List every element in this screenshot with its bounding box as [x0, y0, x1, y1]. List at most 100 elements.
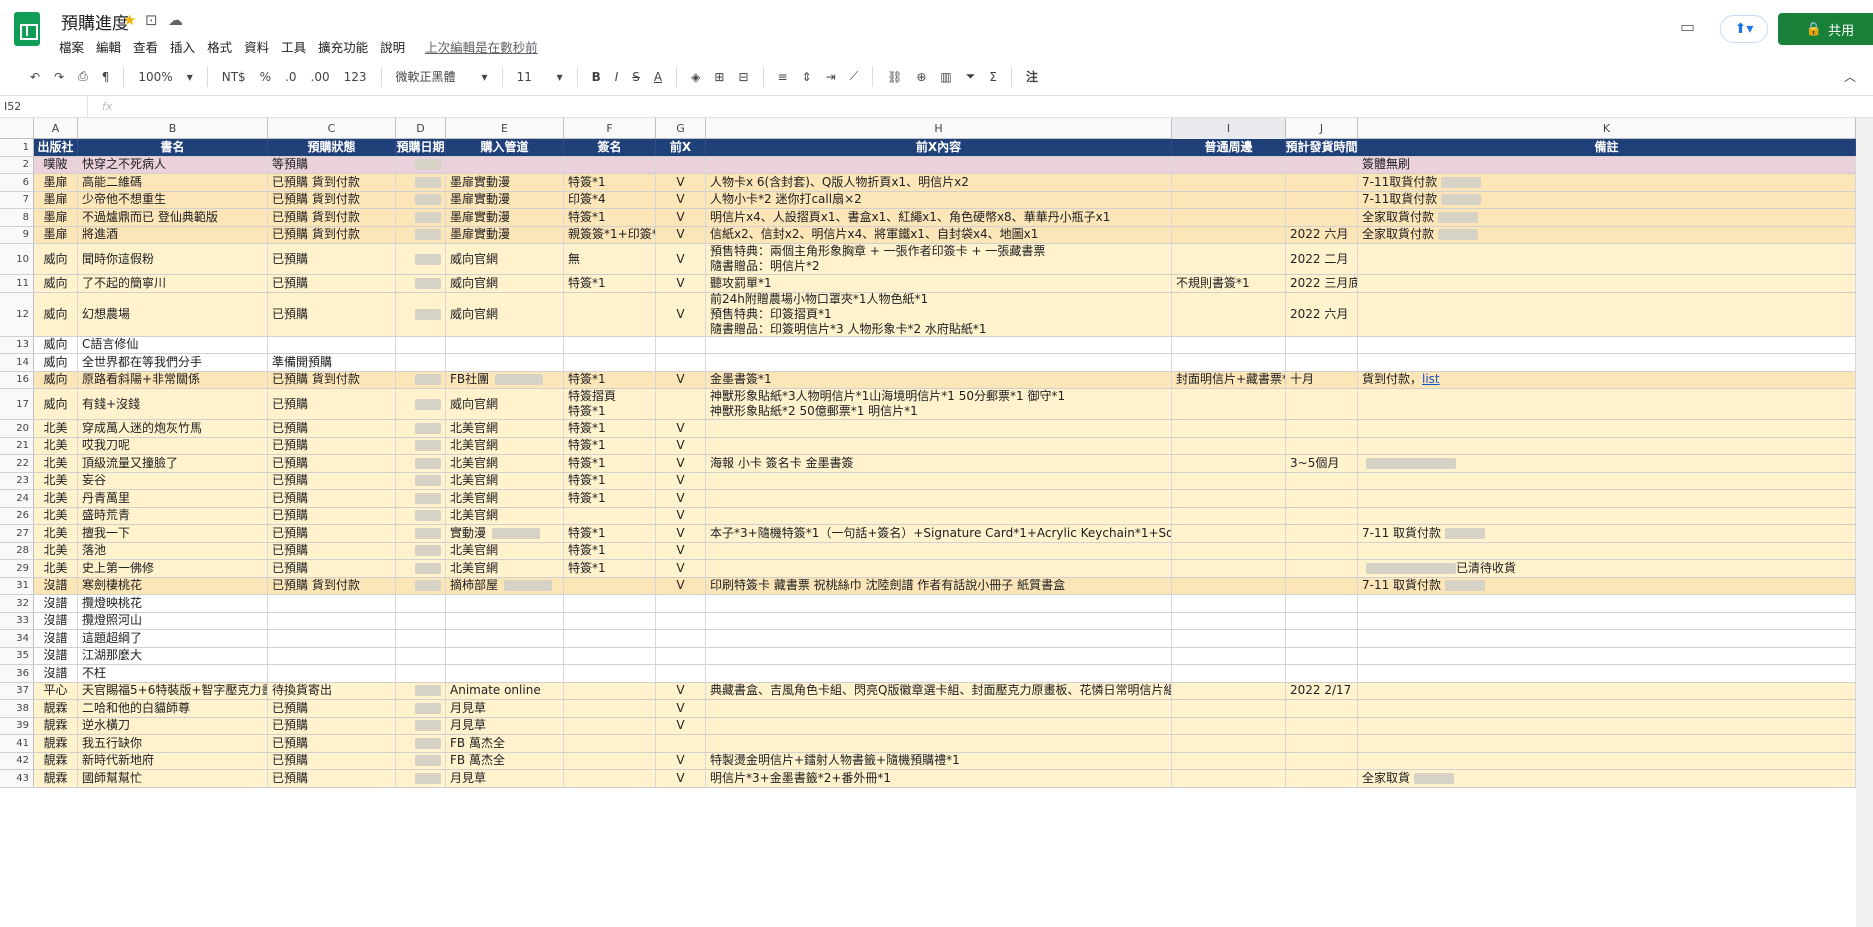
cell[interactable] — [564, 647, 656, 664]
cell[interactable]: V — [656, 577, 706, 594]
cell[interactable]: 北美官網 — [446, 437, 564, 454]
cell[interactable] — [1172, 226, 1286, 243]
cell[interactable]: 前24h附贈農場小物口罩夾*1人物色紙*1 預售特典：印簽摺頁*1 隨書贈品：印… — [706, 292, 1172, 336]
row-number[interactable]: 41 — [0, 735, 34, 752]
print-icon[interactable]: ⎙ — [74, 67, 92, 86]
cell[interactable] — [1358, 507, 1856, 524]
cell[interactable] — [1172, 507, 1286, 524]
cell[interactable]: V — [656, 682, 706, 699]
cell[interactable]: 墨扉 — [34, 174, 78, 191]
header-cell[interactable]: 預購狀態 — [268, 139, 396, 156]
undo-icon[interactable]: ↶ — [26, 68, 44, 86]
cell[interactable] — [1286, 490, 1358, 507]
cell[interactable]: 國師幫幫忙 — [78, 770, 268, 787]
cell[interactable] — [1172, 292, 1286, 336]
cell[interactable] — [564, 665, 656, 682]
row-number[interactable]: 6 — [0, 174, 34, 191]
cell[interactable]: 3~5個月 — [1286, 455, 1358, 472]
cell[interactable]: 哎我刀呢 — [78, 437, 268, 454]
column-header-b[interactable]: B — [78, 118, 268, 139]
cell[interactable] — [446, 354, 564, 371]
cell[interactable] — [1286, 752, 1358, 769]
cell[interactable] — [564, 630, 656, 647]
cell[interactable] — [396, 292, 446, 336]
cell[interactable]: 特簽*1 — [564, 455, 656, 472]
cell[interactable] — [656, 665, 706, 682]
cell[interactable]: 印刷特簽卡 藏書票 祝桃絲巾 沈陸劍譜 作者有話說小冊子 紙質書盒 — [706, 577, 1172, 594]
document-title[interactable]: 預購進度 — [61, 9, 129, 34]
cell[interactable]: 特製燙金明信片+鐳射人物書籤+隨機預購禮*1 — [706, 752, 1172, 769]
cell[interactable]: 全世界都在等我們分手 — [78, 354, 268, 371]
cell[interactable]: 丹青萬里 — [78, 490, 268, 507]
row-number[interactable]: 20 — [0, 420, 34, 437]
cell[interactable]: V — [656, 455, 706, 472]
cell[interactable] — [1172, 682, 1286, 699]
cell[interactable]: V — [656, 437, 706, 454]
cell[interactable]: 威向 — [34, 354, 78, 371]
cell[interactable]: 沒譜 — [34, 595, 78, 612]
cell[interactable] — [564, 577, 656, 594]
cell[interactable] — [396, 682, 446, 699]
cell[interactable]: 靚霖 — [34, 700, 78, 717]
cell[interactable] — [706, 472, 1172, 489]
row-number[interactable]: 28 — [0, 542, 34, 559]
cell[interactable] — [446, 630, 564, 647]
row-number[interactable]: 32 — [0, 595, 34, 612]
cell[interactable]: 特簽*1 — [564, 437, 656, 454]
cell[interactable]: 不過爐鼎而已 登仙典範版 — [78, 209, 268, 226]
cell[interactable] — [1172, 560, 1286, 577]
cell[interactable] — [1286, 420, 1358, 437]
cell[interactable]: 本子*3+隨機特簽*1（一句話+簽名）+Signature Card*1+Acr… — [706, 525, 1172, 542]
text-wrap-icon[interactable]: ⇥ — [822, 68, 840, 86]
menu-view[interactable]: 查看 — [133, 37, 158, 56]
cell[interactable] — [564, 717, 656, 734]
cell[interactable]: V — [656, 209, 706, 226]
cell[interactable] — [396, 752, 446, 769]
cell[interactable] — [396, 156, 446, 173]
present-button[interactable]: ⬆▾ — [1720, 15, 1768, 43]
cell[interactable]: 北美 — [34, 542, 78, 559]
cell[interactable] — [656, 336, 706, 353]
cell[interactable] — [656, 735, 706, 752]
increase-decimal-button[interactable]: .00 — [307, 68, 334, 86]
cell[interactable]: V — [656, 542, 706, 559]
cell[interactable]: 7-11取貨付款 — [1358, 191, 1856, 208]
cell[interactable]: 已預購 — [268, 525, 396, 542]
cell[interactable] — [396, 577, 446, 594]
cell[interactable]: 金墨書簽*1 — [706, 371, 1172, 388]
cell[interactable]: 噗陂 — [34, 156, 78, 173]
cell[interactable] — [1286, 156, 1358, 173]
cell[interactable] — [1172, 437, 1286, 454]
cell[interactable] — [268, 647, 396, 664]
name-box[interactable]: I52 — [0, 95, 88, 118]
header-cell[interactable]: 預購日期 — [396, 139, 446, 156]
cell[interactable] — [656, 389, 706, 419]
column-header-a[interactable]: A — [34, 118, 78, 139]
cell[interactable] — [1172, 336, 1286, 353]
cell[interactable] — [396, 770, 446, 787]
cell[interactable] — [706, 595, 1172, 612]
cell[interactable] — [1358, 244, 1856, 274]
cell[interactable]: 印簽*4 — [564, 191, 656, 208]
cell[interactable] — [396, 191, 446, 208]
cloud-status-icon[interactable]: ☁ — [168, 11, 183, 29]
share-button[interactable]: 🔒 共用 — [1778, 13, 1873, 45]
cell[interactable]: 已預購 — [268, 244, 396, 274]
header-cell[interactable]: 書名 — [78, 139, 268, 156]
cell[interactable] — [1358, 420, 1856, 437]
cell[interactable]: 快穿之不死病人 — [78, 156, 268, 173]
cell[interactable]: 預售特典：兩個主角形象胸章 + 一張作者印簽卡 + 一張藏書票 隨書贈品：明信片… — [706, 244, 1172, 274]
cell[interactable] — [396, 612, 446, 629]
cell[interactable] — [1286, 700, 1358, 717]
cell[interactable] — [1286, 174, 1358, 191]
cell[interactable] — [656, 354, 706, 371]
cell[interactable] — [706, 630, 1172, 647]
cell[interactable]: 墨扉 — [34, 226, 78, 243]
cell[interactable]: 已預購 — [268, 490, 396, 507]
cell[interactable]: 7-11 取貨付款 — [1358, 525, 1856, 542]
cell[interactable]: 準備開預購 — [268, 354, 396, 371]
cell[interactable]: 人物卡x 6(含封套)、Q版人物折頁x1、明信片x2 — [706, 174, 1172, 191]
cell[interactable] — [1358, 455, 1856, 472]
cell[interactable]: 特簽*1 — [564, 560, 656, 577]
cell[interactable] — [706, 507, 1172, 524]
